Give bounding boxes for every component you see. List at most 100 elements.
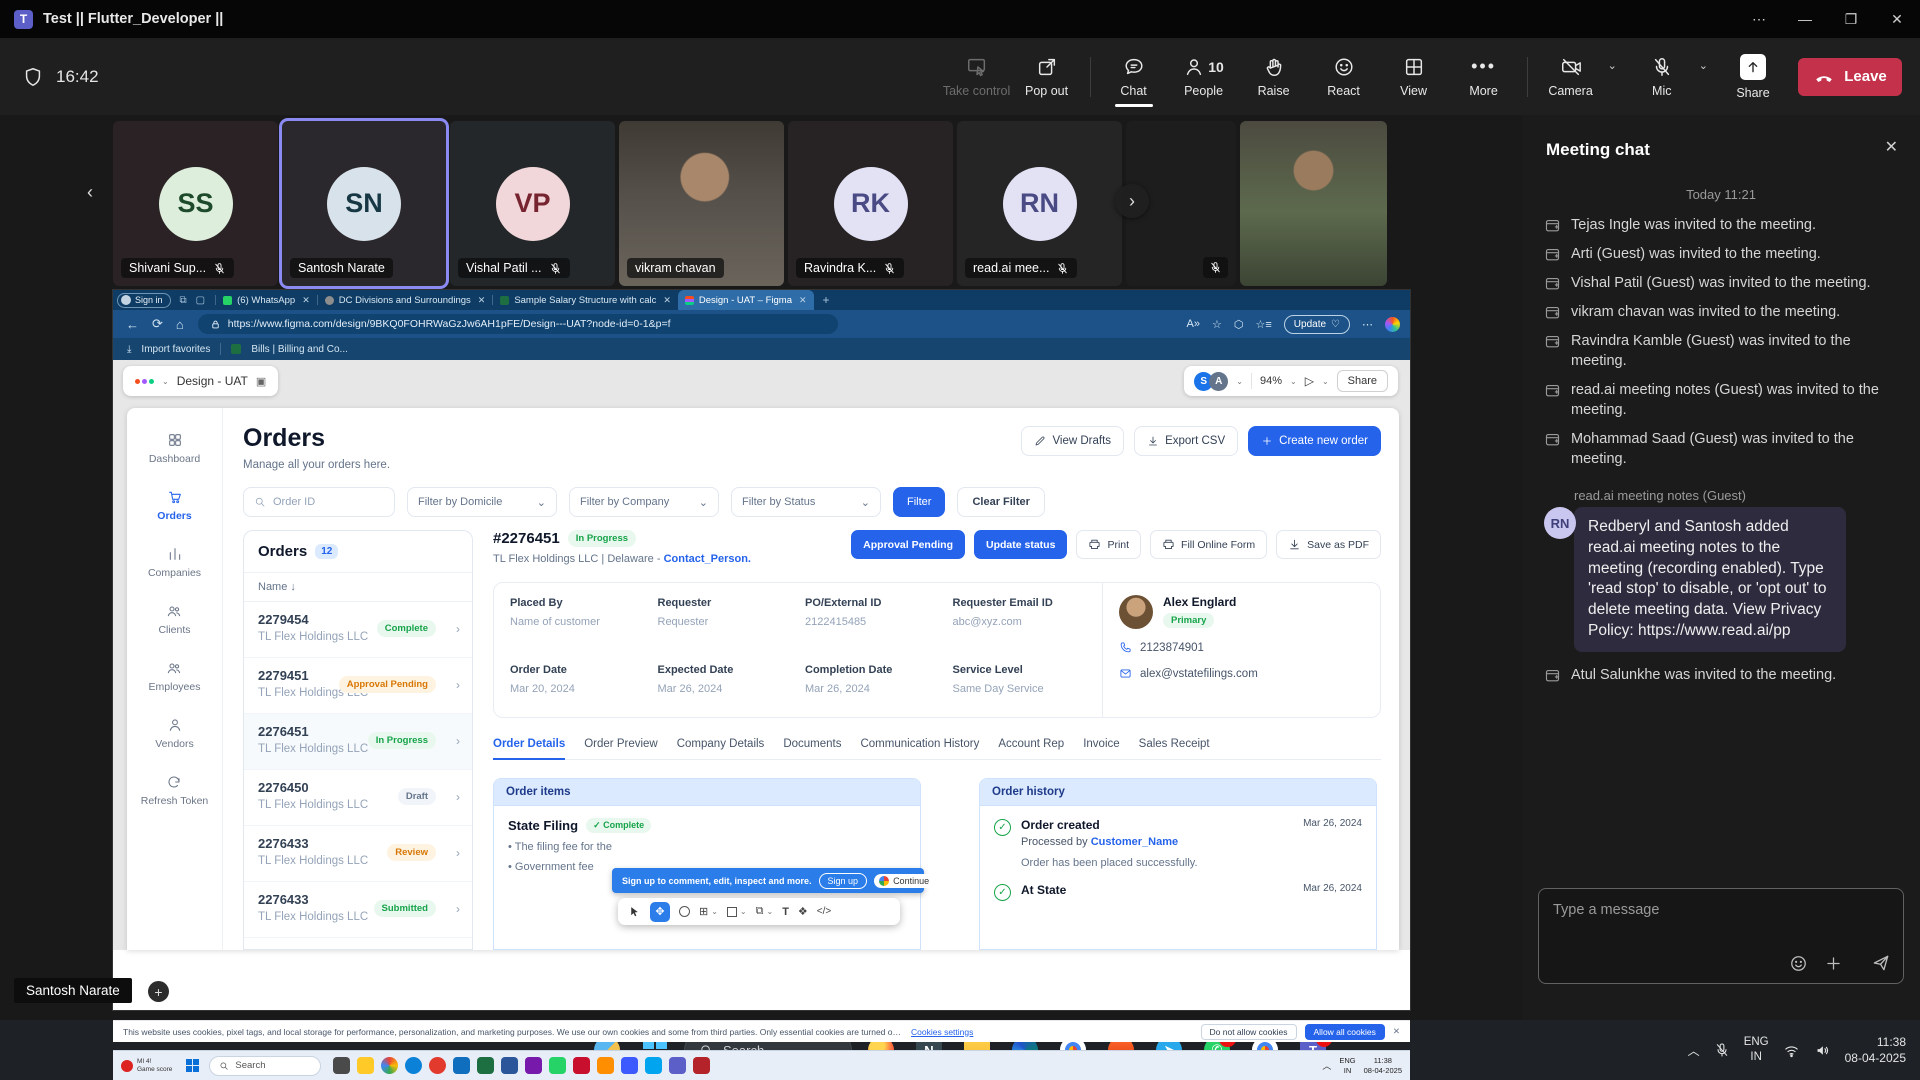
import-favorites-link[interactable]: Import favorites [141, 344, 210, 355]
google-continue-button[interactable]: Continue [874, 874, 937, 888]
text-tool-icon[interactable]: T [782, 906, 789, 918]
print-button[interactable]: Print [1076, 530, 1141, 559]
tab-search-icon[interactable]: ⧉ [180, 295, 187, 306]
filter-domicile-select[interactable]: Filter by Domicile⌄ [407, 487, 557, 517]
collaborator-avatar[interactable]: A [1209, 372, 1228, 391]
browser-tab[interactable]: (6) WhatsApp✕ [216, 290, 317, 310]
favorite-bookmark[interactable]: Bills | Billing and Co... [251, 344, 348, 355]
chrome-icon[interactable] [381, 1057, 398, 1074]
new-tab-button[interactable]: + [823, 293, 830, 307]
raise-button[interactable]: Raise [1239, 45, 1309, 109]
tab-communication-history[interactable]: Communication History [860, 738, 979, 750]
frame-tool-icon[interactable]: ⊞ [699, 905, 708, 918]
participant-tile[interactable]: SS Shivani Sup... [113, 121, 278, 286]
copilot-icon[interactable] [1385, 317, 1400, 332]
participant-tile[interactable]: vikram chavan [619, 121, 784, 286]
camera-button[interactable]: Camera [1536, 45, 1606, 109]
emoji-icon[interactable] [1789, 954, 1808, 973]
language-switcher[interactable]: ENGIN [1744, 1035, 1769, 1065]
allow-cookies-button[interactable]: Allow all cookies [1305, 1024, 1385, 1040]
window-close-button[interactable]: ✕ [1874, 0, 1920, 38]
browser-menu-icon[interactable]: ⋯ [1362, 318, 1373, 331]
zoom-in-button[interactable]: + [148, 981, 169, 1002]
figma-menu-chevron-icon[interactable]: ⌄ [162, 377, 169, 386]
filter-status-select[interactable]: Filter by Status⌄ [731, 487, 881, 517]
order-row[interactable]: 2276433TL Flex Holdings LLC Submitted› [244, 882, 472, 938]
participant-tile[interactable]: SN Santosh Narate [282, 121, 446, 286]
figma-signup-button[interactable]: Sign up [819, 873, 868, 889]
tab-close-icon[interactable]: ✕ [302, 295, 310, 306]
filter-company-select[interactable]: Filter by Company⌄ [569, 487, 719, 517]
order-row[interactable]: 2276450TL Flex Holdings LLC Draft› [244, 770, 472, 826]
attach-plus-icon[interactable] [1824, 954, 1843, 973]
acrobat-icon[interactable] [693, 1057, 710, 1074]
export-csv-button[interactable]: Export CSV [1134, 426, 1238, 456]
order-row[interactable]: 2279454TL Flex Holdings LLC Complete› [244, 602, 472, 658]
tab-order-preview[interactable]: Order Preview [584, 738, 658, 750]
mic-button[interactable]: Mic [1627, 45, 1697, 109]
present-icon[interactable]: ▷ [1305, 374, 1314, 388]
camera-options-chevron-icon[interactable]: ⌄ [1608, 59, 1617, 72]
vertical-tabs-icon[interactable]: ▢ [196, 295, 205, 306]
sidebar-item-refresh-token[interactable]: Refresh Token [141, 774, 209, 807]
participant-tile[interactable]: RK Ravindra K... [788, 121, 953, 286]
extensions-icon[interactable]: ⬡ [1234, 318, 1244, 331]
name-column-header[interactable]: Name ↓ [244, 573, 472, 602]
app-icon[interactable] [645, 1057, 662, 1074]
chat-button[interactable]: Chat [1099, 45, 1169, 109]
tab-order-details[interactable]: Order Details [493, 738, 565, 750]
approval-pending-button[interactable]: Approval Pending [851, 530, 965, 559]
folder-icon[interactable] [357, 1057, 374, 1074]
view-drafts-button[interactable]: View Drafts [1021, 426, 1124, 456]
tray-chevron-icon[interactable]: ︿ [1322, 1059, 1331, 1072]
app-icon[interactable] [621, 1057, 638, 1074]
hand-tool-icon[interactable]: ✥ [650, 902, 670, 922]
order-row[interactable]: 2279451TL Flex Holdings LLC Approval Pen… [244, 658, 472, 714]
window-minimize-button[interactable]: — [1782, 0, 1828, 38]
opera-icon[interactable] [429, 1057, 446, 1074]
participant-tile[interactable]: VP Vishal Patil ... [450, 121, 615, 286]
whatsapp-icon[interactable] [549, 1057, 566, 1074]
sidebar-item-employees[interactable]: Employees [149, 660, 201, 693]
zoom-chevron-icon[interactable]: ⌄ [1290, 377, 1297, 386]
view-button[interactable]: View [1379, 45, 1449, 109]
tab-invoice[interactable]: Invoice [1083, 738, 1119, 750]
excel-icon[interactable] [477, 1057, 494, 1074]
layout-icon[interactable]: ▣ [256, 375, 266, 388]
cursor-tool-icon[interactable] [628, 905, 641, 918]
update-status-button[interactable]: Update status [974, 530, 1067, 559]
chat-compose-box[interactable] [1538, 888, 1904, 984]
more-button[interactable]: ••• More [1449, 45, 1519, 109]
sidebar-item-clients[interactable]: Clients [158, 603, 190, 636]
taskbar-search[interactable]: Search [209, 1056, 321, 1076]
contact-phone[interactable]: 2123874901 [1119, 641, 1364, 654]
outlook-icon[interactable] [453, 1057, 470, 1074]
cookie-close-icon[interactable]: ✕ [1393, 1026, 1400, 1037]
contact-email[interactable]: alex@vstatefilings.com [1119, 667, 1364, 680]
read-aloud-icon[interactable]: A» [1187, 318, 1200, 330]
present-chevron-icon[interactable]: ⌄ [1322, 377, 1329, 386]
start-button[interactable] [186, 1059, 199, 1072]
window-maximize-button[interactable]: ❐ [1828, 0, 1874, 38]
mic-options-chevron-icon[interactable]: ⌄ [1699, 59, 1708, 72]
fill-online-form-button[interactable]: Fill Online Form [1150, 530, 1267, 559]
inner-clock[interactable]: 11:3808-04-2025 [1364, 1056, 1402, 1075]
order-row[interactable]: 2216433TL Flex Holdings LLC Created› [244, 938, 472, 950]
leave-button[interactable]: Leave [1798, 58, 1902, 96]
window-more-icon[interactable]: ⋯ [1736, 0, 1782, 38]
favorite-star-icon[interactable]: ☆ [1212, 318, 1222, 331]
link-tool-icon[interactable]: ⧉ [756, 905, 764, 918]
chat-close-icon[interactable]: ✕ [1885, 137, 1898, 157]
contact-person-link[interactable]: Contact_Person. [664, 553, 751, 565]
app-icon[interactable] [333, 1057, 350, 1074]
app-icon[interactable] [597, 1057, 614, 1074]
tray-mic-icon[interactable] [1714, 1042, 1730, 1058]
refresh-icon[interactable]: ⟳ [152, 316, 163, 332]
figma-share-button[interactable]: Share [1337, 370, 1388, 392]
tab-documents[interactable]: Documents [783, 738, 841, 750]
volume-icon[interactable] [1814, 1042, 1831, 1059]
home-icon[interactable]: ⌂ [176, 317, 184, 332]
tab-company-details[interactable]: Company Details [677, 738, 765, 750]
create-new-order-button[interactable]: Create new order [1248, 426, 1381, 456]
strip-next-button[interactable]: › [1115, 184, 1149, 218]
